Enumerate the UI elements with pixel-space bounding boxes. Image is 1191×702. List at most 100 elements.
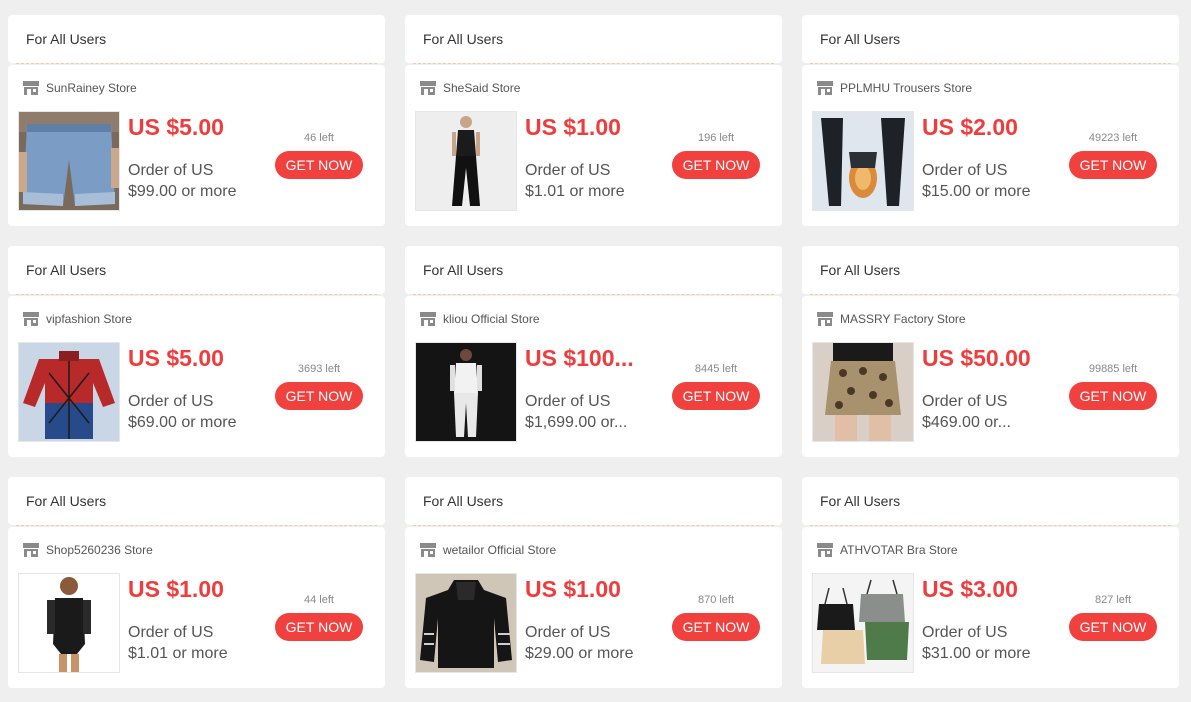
remaining-count: 46 left: [304, 132, 334, 144]
coupon-body: kliou Official Store US $100... Order of…: [405, 296, 782, 457]
remaining-count: 49223 left: [1088, 132, 1138, 144]
store-link[interactable]: PPLMHU Trousers Store: [816, 79, 972, 97]
get-now-button[interactable]: GET NOW: [1069, 151, 1157, 179]
condition-line-2: $469.00 or...: [922, 414, 1011, 431]
coupon-grid: For All Users SunRainey Store US $5.00 O…: [8, 15, 1179, 688]
coupon-condition: Order of US $69.00 or more: [128, 391, 256, 433]
remaining-count: 8445 left: [694, 363, 738, 375]
store-name: SunRainey Store: [46, 81, 137, 95]
condition-line-1: Order of US: [128, 624, 214, 641]
leopard-skirt-image: [813, 343, 913, 441]
store-name: Shop5260236 Store: [46, 543, 153, 557]
store-link[interactable]: vipfashion Store: [22, 310, 132, 328]
condition-line-1: Order of US: [922, 393, 1008, 410]
condition-line-2: $1.01 or more: [128, 645, 228, 662]
product-thumbnail[interactable]: [812, 573, 914, 673]
spider-shirt-image: [19, 343, 119, 441]
store-link[interactable]: ATHVOTAR Bra Store: [816, 541, 958, 559]
store-link[interactable]: Shop5260236 Store: [22, 541, 153, 559]
store-name: kliou Official Store: [443, 312, 540, 326]
dashed-divider: [810, 294, 1171, 295]
coupon-card: For All Users MASSRY Factory Store US $5…: [802, 246, 1179, 457]
store-name: ATHVOTAR Bra Store: [840, 543, 958, 557]
coupon-header: For All Users: [802, 15, 1179, 63]
coupon-body: vipfashion Store US $5.00 Order of US $6…: [8, 296, 385, 457]
coupon-value: US $1.00: [525, 114, 621, 140]
get-now-button[interactable]: GET NOW: [275, 151, 363, 179]
product-thumbnail[interactable]: [812, 342, 914, 442]
coupon-body: wetailor Official Store US $1.00 Order o…: [405, 527, 782, 688]
coupon-condition: Order of US $1,699.00 or...: [525, 391, 653, 433]
dashed-divider: [413, 525, 774, 526]
coupon-body: SheSaid Store US $1.00 Order of US $1.01…: [405, 65, 782, 226]
get-now-button[interactable]: GET NOW: [672, 151, 760, 179]
store-icon: [23, 543, 39, 557]
store-link[interactable]: kliou Official Store: [419, 310, 540, 328]
condition-line-2: $99.00 or more: [128, 183, 237, 200]
coupon-body: MASSRY Factory Store US $50.00 Order of …: [802, 296, 1179, 457]
product-thumbnail[interactable]: [18, 573, 120, 673]
store-link[interactable]: SheSaid Store: [419, 79, 520, 97]
coupon-value: US $5.00: [128, 114, 224, 140]
remaining-count: 827 left: [1094, 594, 1132, 606]
get-now-button[interactable]: GET NOW: [672, 382, 760, 410]
store-icon: [817, 312, 833, 326]
store-link[interactable]: SunRainey Store: [22, 79, 137, 97]
product-thumbnail[interactable]: [18, 342, 120, 442]
remaining-count: 99885 left: [1088, 363, 1138, 375]
black-hoodie-image: [416, 574, 516, 672]
product-thumbnail[interactable]: [18, 111, 120, 211]
audience-label: For All Users: [423, 31, 504, 47]
coupon-value: US $5.00: [128, 345, 224, 371]
black-jumpsuit-image: [416, 112, 516, 210]
get-now-button[interactable]: GET NOW: [1069, 382, 1157, 410]
audience-label: For All Users: [423, 262, 504, 278]
coupon-value: US $1.00: [525, 576, 621, 602]
coupon-card: For All Users ATHVOTAR Bra Store US $3.0…: [802, 477, 1179, 688]
coupon-header: For All Users: [405, 15, 782, 63]
store-name: PPLMHU Trousers Store: [840, 81, 973, 95]
coupon-body: PPLMHU Trousers Store US $2.00 Order of …: [802, 65, 1179, 226]
store-link[interactable]: wetailor Official Store: [419, 541, 556, 559]
product-thumbnail[interactable]: [812, 111, 914, 211]
product-thumbnail[interactable]: [415, 342, 517, 442]
get-now-button[interactable]: GET NOW: [672, 613, 760, 641]
coupon-value: US $50.00: [922, 345, 1031, 371]
store-icon: [420, 543, 436, 557]
get-now-button[interactable]: GET NOW: [275, 613, 363, 641]
get-now-button[interactable]: GET NOW: [275, 382, 363, 410]
condition-line-2: $1.01 or more: [525, 183, 625, 200]
get-now-button[interactable]: GET NOW: [1069, 613, 1157, 641]
coupon-value: US $3.00: [922, 576, 1018, 602]
product-thumbnail[interactable]: [415, 111, 517, 211]
coupon-card: For All Users kliou Official Store US $1…: [405, 246, 782, 457]
coupon-condition: Order of US $99.00 or more: [128, 160, 256, 202]
store-icon: [420, 81, 436, 95]
remaining-count: 196 left: [697, 132, 735, 144]
condition-line-2: $15.00 or more: [922, 183, 1031, 200]
store-icon: [817, 543, 833, 557]
store-name: wetailor Official Store: [443, 543, 557, 557]
coupon-header: For All Users: [405, 246, 782, 294]
store-name: SheSaid Store: [443, 81, 521, 95]
coupon-card: For All Users Shop5260236 Store US $1.00…: [8, 477, 385, 688]
audience-label: For All Users: [820, 493, 901, 509]
coupon-card: For All Users SunRainey Store US $5.00 O…: [8, 15, 385, 226]
product-thumbnail[interactable]: [415, 573, 517, 673]
condition-line-1: Order of US: [525, 162, 611, 179]
remaining-count: 3693 left: [297, 363, 341, 375]
coupon-header: For All Users: [405, 477, 782, 525]
coupon-header: For All Users: [8, 246, 385, 294]
audience-label: For All Users: [26, 262, 107, 278]
coupon-condition: Order of US $1.01 or more: [128, 622, 256, 664]
condition-line-2: $31.00 or more: [922, 645, 1031, 662]
fleece-trousers-image: [813, 112, 913, 210]
condition-line-1: Order of US: [922, 162, 1008, 179]
store-link[interactable]: MASSRY Factory Store: [816, 310, 966, 328]
dashed-divider: [413, 294, 774, 295]
white-tracksuit-image: [416, 343, 516, 441]
coupon-body: Shop5260236 Store US $1.00 Order of US $…: [8, 527, 385, 688]
audience-label: For All Users: [423, 493, 504, 509]
coupon-body: SunRainey Store US $5.00 Order of US $99…: [8, 65, 385, 226]
audience-label: For All Users: [820, 31, 901, 47]
